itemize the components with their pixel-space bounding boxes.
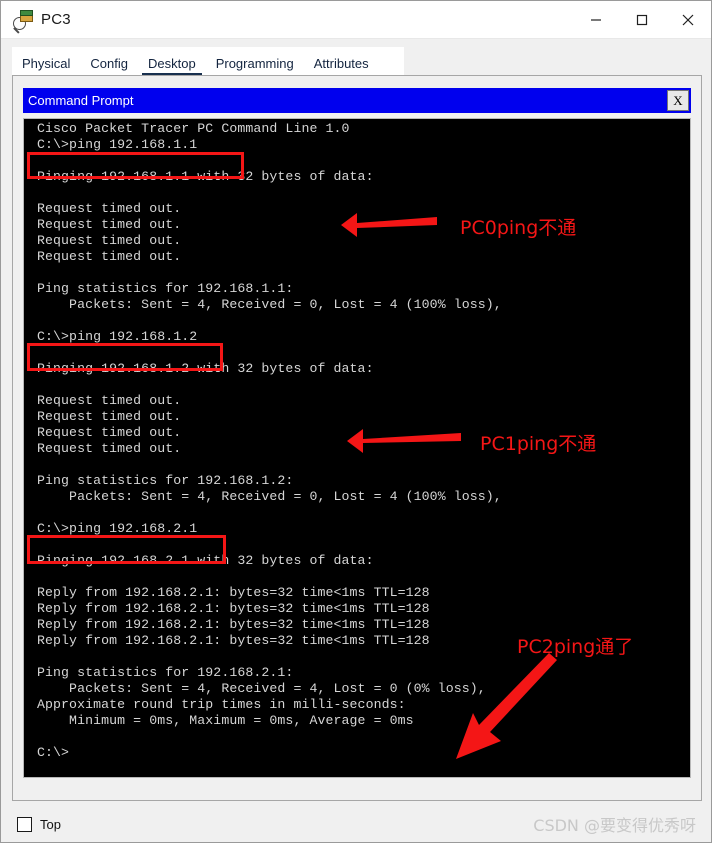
command-prompt-close-button[interactable]: X <box>667 90 689 111</box>
terminal-line: Approximate round trip times in milli-se… <box>37 697 406 712</box>
annotation-label-pc0: PC0ping不通 <box>460 217 577 239</box>
terminal-line: Ping statistics for 192.168.1.2: <box>37 473 294 488</box>
csdn-watermark: CSDN @要变得优秀呀 <box>533 816 696 835</box>
maximize-button[interactable] <box>619 1 665 39</box>
tab-desktop[interactable]: Desktop <box>138 57 206 75</box>
terminal-line: Reply from 192.168.2.1: bytes=32 time<1m… <box>37 601 430 616</box>
terminal-line: Pinging 192.168.1.1 with 32 bytes of dat… <box>37 169 374 184</box>
terminal-line: C:\>ping 192.168.1.2 <box>37 329 198 344</box>
terminal-line: Packets: Sent = 4, Received = 0, Lost = … <box>37 489 502 504</box>
terminal-text: Cisco Packet Tracer PC Command Line 1.0 C… <box>37 121 502 761</box>
terminal-line: Request timed out. <box>37 425 182 440</box>
terminal-line: Reply from 192.168.2.1: bytes=32 time<1m… <box>37 585 430 600</box>
terminal-line: Request timed out. <box>37 217 182 232</box>
terminal-line: C:\>ping 192.168.1.1 <box>37 137 198 152</box>
terminal-line: Reply from 192.168.2.1: bytes=32 time<1m… <box>37 617 430 632</box>
tab-config[interactable]: Config <box>80 57 138 75</box>
terminal-line: Request timed out. <box>37 201 182 216</box>
window-title-bar: PC3 <box>1 1 711 39</box>
terminal-line: Request timed out. <box>37 233 182 248</box>
minimize-button[interactable] <box>573 1 619 39</box>
terminal-line: Packets: Sent = 4, Received = 4, Lost = … <box>37 681 486 696</box>
tab-programming[interactable]: Programming <box>206 57 304 75</box>
terminal-line: Request timed out. <box>37 409 182 424</box>
terminal-line: Packets: Sent = 4, Received = 0, Lost = … <box>37 297 502 312</box>
annotation-label-pc2: PC2ping通了 <box>517 636 634 658</box>
terminal-line: C:\>ping 192.168.2.1 <box>37 521 198 536</box>
tab-attributes[interactable]: Attributes <box>304 57 379 75</box>
terminal-line: Cisco Packet Tracer PC Command Line 1.0 <box>37 121 350 136</box>
terminal-line: Pinging 192.168.1.2 with 32 bytes of dat… <box>37 361 374 376</box>
window-controls <box>573 1 711 39</box>
pc3-window: PC3 Physical Config Desktop Programming … <box>0 0 712 843</box>
terminal-line: Pinging 192.168.2.1 with 32 bytes of dat… <box>37 553 374 568</box>
tab-physical[interactable]: Physical <box>12 57 80 75</box>
terminal-line: Ping statistics for 192.168.1.1: <box>37 281 294 296</box>
annotation-label-pc1: PC1ping不通 <box>480 433 597 455</box>
command-prompt-title: Command Prompt <box>28 93 134 108</box>
top-checkbox-label: Top <box>40 816 61 832</box>
top-checkbox[interactable] <box>17 816 32 832</box>
terminal-line: Minimum = 0ms, Maximum = 0ms, Average = … <box>37 713 414 728</box>
terminal-line: Request timed out. <box>37 393 182 408</box>
terminal-line: Request timed out. <box>37 249 182 264</box>
command-prompt-caption-bar: Command Prompt X <box>23 88 691 113</box>
desktop-panel: Command Prompt X Cisco Packet Tracer PC … <box>12 75 702 801</box>
packet-tracer-pc-icon <box>13 9 33 34</box>
terminal-line: Reply from 192.168.2.1: bytes=32 time<1m… <box>37 633 430 648</box>
close-button[interactable] <box>665 1 711 39</box>
bottom-bar: Top CSDN @要变得优秀呀 <box>12 807 702 841</box>
terminal-line: C:\> <box>37 745 70 760</box>
terminal-line: Ping statistics for 192.168.2.1: <box>37 665 294 680</box>
tab-bar: Physical Config Desktop Programming Attr… <box>12 47 404 75</box>
terminal-line: Request timed out. <box>37 441 182 456</box>
window-title: PC3 <box>41 11 71 28</box>
